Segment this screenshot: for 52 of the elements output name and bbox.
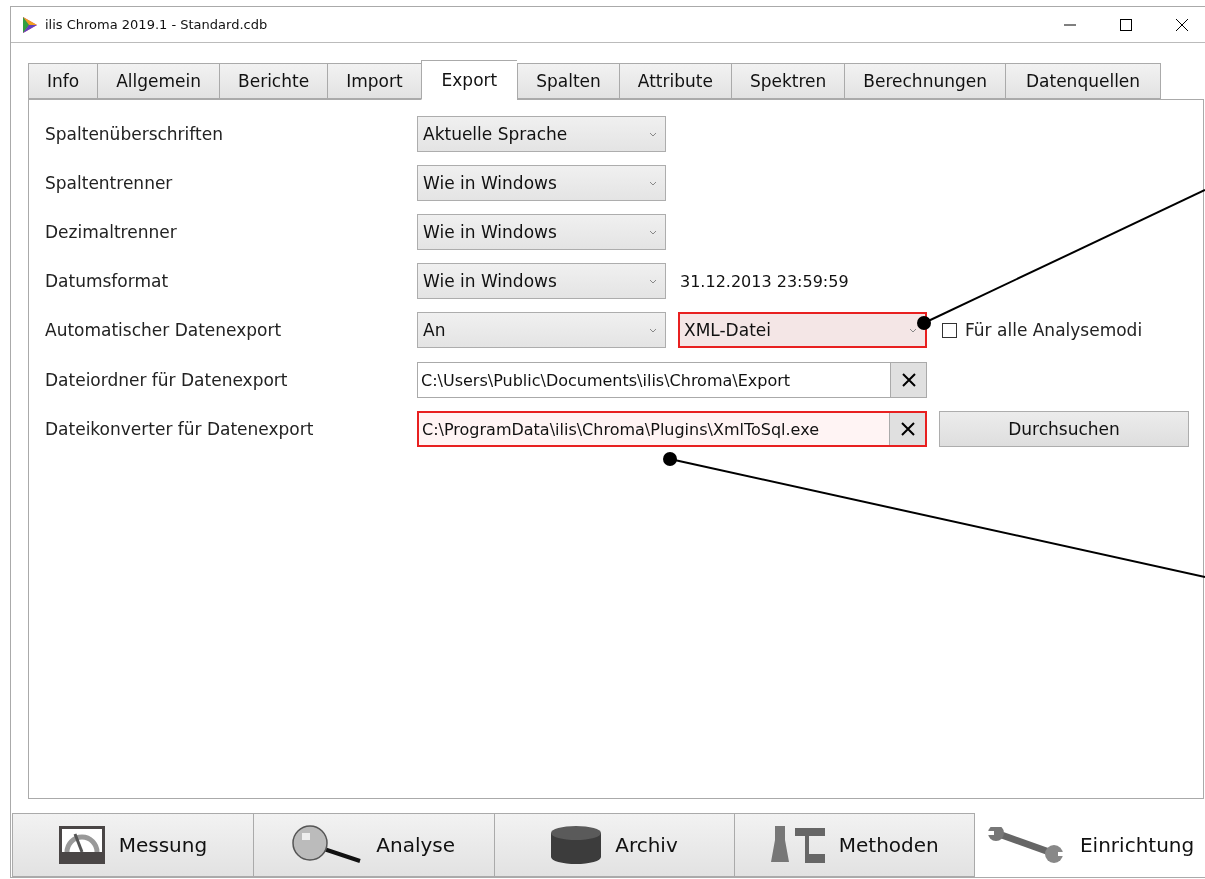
tab[interactable]: Spektren xyxy=(730,63,845,99)
date-format-preview: 31.12.2013 23:59:59 xyxy=(680,271,849,291)
checkbox-label: Für alle Analysemodi xyxy=(965,320,1143,340)
caret-icon xyxy=(649,131,657,137)
navigation-tab[interactable]: Methoden xyxy=(734,813,976,877)
caret-icon xyxy=(909,327,917,333)
caret-icon xyxy=(649,180,657,186)
clear-button[interactable] xyxy=(890,363,926,397)
setting-label: Dezimaltrenner xyxy=(45,222,178,242)
tab[interactable]: Info xyxy=(28,63,98,99)
window-title: ilis Chroma 2019.1 - Standard.cdb xyxy=(45,17,268,32)
navigation-tab[interactable]: Messung xyxy=(12,813,253,877)
dropdown[interactable]: Aktuelle Sprache xyxy=(417,116,666,152)
tab[interactable]: Attribute xyxy=(618,63,731,99)
tab[interactable]: Import xyxy=(327,63,421,99)
clear-button[interactable] xyxy=(889,413,925,445)
tab[interactable]: Berichte xyxy=(219,63,328,99)
tab[interactable]: Allgemein xyxy=(97,63,220,99)
checkbox[interactable] xyxy=(942,322,957,338)
magnifier-icon xyxy=(292,825,363,865)
dropdown[interactable]: An xyxy=(417,312,666,348)
caret-icon xyxy=(649,229,657,235)
tab[interactable]: Datenquellen xyxy=(1005,63,1162,99)
caret-icon xyxy=(649,278,657,284)
wrench-icon xyxy=(986,827,1066,863)
path-field[interactable]: C:\ProgramData\ilis\Chroma\Plugins\XmlToSql.exe xyxy=(417,411,927,447)
tab[interactable]: Export xyxy=(420,60,518,100)
cylinder-icon xyxy=(551,826,602,864)
dropdown[interactable]: Wie in Windows xyxy=(417,214,666,250)
browse-button[interactable]: Durchsuchen xyxy=(939,411,1189,447)
tab[interactable]: Spalten xyxy=(517,63,619,99)
dropdown[interactable]: XML-Datei xyxy=(678,312,927,348)
close-icon xyxy=(901,373,916,387)
gauge-icon xyxy=(58,826,105,864)
maximize-icon xyxy=(1120,18,1132,31)
setting-label: Dateikonverter für Datenexport xyxy=(45,419,315,439)
setting-label: Dateiordner für Datenexport xyxy=(45,370,289,390)
path-field[interactable]: C:\Users\Public\Documents\ilis\Chroma\Export xyxy=(417,362,927,398)
setting-label: Spaltentrenner xyxy=(45,173,174,193)
dropdown[interactable]: Wie in Windows xyxy=(417,165,666,201)
close-icon xyxy=(900,422,915,436)
flask-and-clamp-icon xyxy=(770,826,825,864)
tab[interactable]: Berechnungen xyxy=(844,63,1005,99)
setting-label: Automatischer Datenexport xyxy=(45,320,283,340)
navigation-tab[interactable]: Analyse xyxy=(252,813,494,877)
setting-label: Spaltenüberschriften xyxy=(45,124,224,144)
dropdown[interactable]: Wie in Windows xyxy=(417,263,666,299)
caret-icon xyxy=(649,327,657,333)
logo-icon xyxy=(22,15,38,34)
close-icon xyxy=(1176,18,1188,31)
setting-label: Datumsformat xyxy=(45,271,170,291)
navigation-tab[interactable]: Archiv xyxy=(493,813,735,877)
